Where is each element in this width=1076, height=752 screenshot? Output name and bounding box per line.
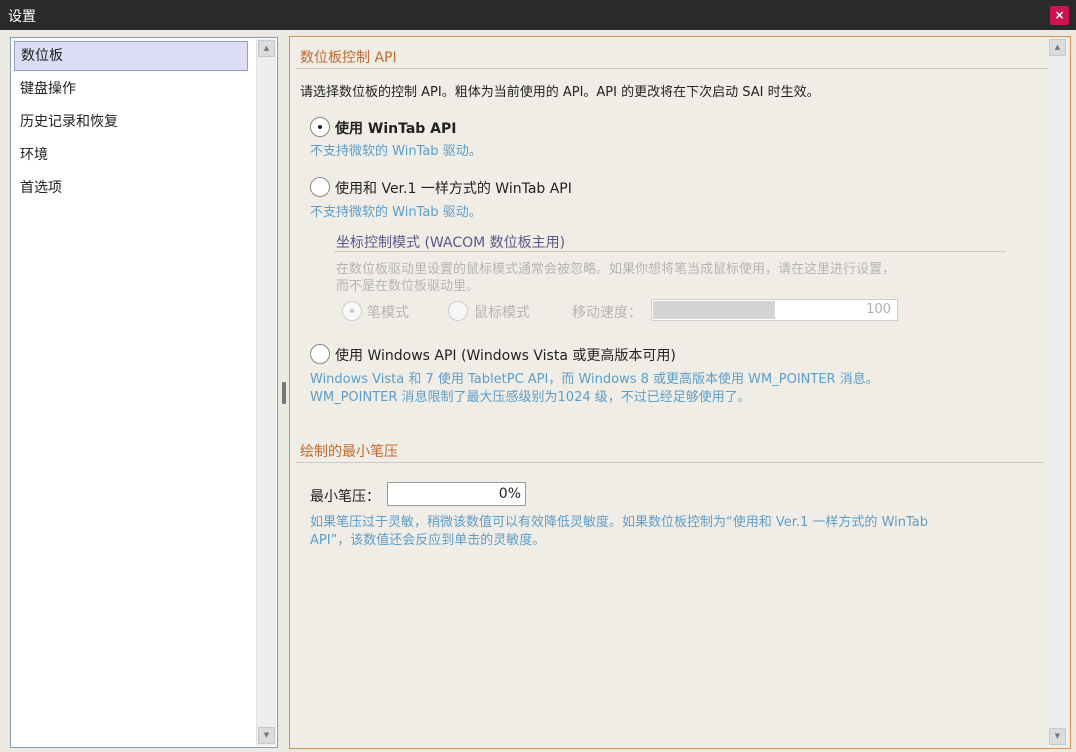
option-windows-api-note-line1: Windows Vista 和 7 使用 TabletPC API，而 Wind… xyxy=(310,372,879,387)
radio-dot xyxy=(350,309,354,313)
panel-splitter-handle[interactable] xyxy=(282,382,286,404)
settings-scrollbar[interactable]: ▲ ▼ xyxy=(1048,38,1068,747)
radio-wintab-v1-api[interactable] xyxy=(310,177,330,197)
min-pressure-note-line2: API”，该数值还会反应到单击的灵敏度。 xyxy=(310,533,546,548)
option-wintab-v1-label[interactable]: 使用和 Ver.1 一样方式的 WinTab API xyxy=(335,178,572,198)
sidebar-item-preferences[interactable]: 首选项 xyxy=(14,173,248,203)
close-button[interactable]: × xyxy=(1050,6,1069,25)
min-pressure-value: 0% xyxy=(498,486,521,502)
section-divider xyxy=(296,462,1044,463)
window-title: 设置 xyxy=(8,9,36,25)
radio-dot xyxy=(318,125,322,129)
radio-pen-mode[interactable] xyxy=(342,301,362,321)
section-divider xyxy=(296,68,1068,69)
option-wintab-label[interactable]: 使用 WinTab API xyxy=(335,118,456,138)
settings-category-list: 数位板 键盘操作 历史记录和恢复 环境 首选项 ▲ ▼ xyxy=(10,37,278,748)
arrow-down-icon: ▼ xyxy=(263,731,270,739)
tablet-api-description: 请选择数位板的控制 API。粗体为当前使用的 API。API 的更改将在下次启动… xyxy=(300,85,820,100)
pen-mode-label[interactable]: 笔模式 xyxy=(367,302,409,322)
settings-scroll-down-button[interactable]: ▼ xyxy=(1049,728,1066,745)
sidebar-item-label: 环境 xyxy=(20,147,48,163)
arrow-up-icon: ▲ xyxy=(263,44,270,52)
dialog-body: 数位板 键盘操作 历史记录和恢复 环境 首选项 ▲ ▼ 数位板控制 API 请选… xyxy=(0,30,1076,752)
arrow-up-icon: ▲ xyxy=(1054,43,1061,51)
move-speed-fill xyxy=(653,301,775,319)
mouse-mode-label[interactable]: 鼠标模式 xyxy=(474,302,530,322)
move-speed-slider[interactable]: 100 xyxy=(651,299,898,321)
option-wintab-v1-note: 不支持微软的 WinTab 驱动。 xyxy=(310,205,482,220)
title-bar: 设置 × xyxy=(0,0,1076,30)
option-wintab-note: 不支持微软的 WinTab 驱动。 xyxy=(310,144,482,159)
arrow-down-icon: ▼ xyxy=(1054,732,1061,740)
sidebar-scrollbar[interactable]: ▲ ▼ xyxy=(256,39,276,746)
sidebar-item-history[interactable]: 历史记录和恢复 xyxy=(14,107,248,137)
move-speed-label: 移动速度： xyxy=(572,305,642,321)
sidebar-item-label: 首选项 xyxy=(20,180,62,196)
option-windows-api-label[interactable]: 使用 Windows API (Windows Vista 或更高版本可用) xyxy=(335,345,676,365)
sidebar-item-tablet[interactable]: 数位板 xyxy=(14,41,248,71)
coord-mode-desc-line2: 而不是在数位板驱动里。 xyxy=(336,279,480,294)
radio-wintab-api[interactable] xyxy=(310,117,330,137)
option-windows-api-note-line2: WM_POINTER 消息限制了最大压感级别为1024 级，不过已经足够使用了。 xyxy=(310,390,751,405)
radio-mouse-mode[interactable] xyxy=(448,301,468,321)
sidebar-item-label: 键盘操作 xyxy=(20,81,76,97)
sidebar-item-label: 数位板 xyxy=(21,48,63,64)
min-pressure-label: 最小笔压： xyxy=(310,489,380,505)
sidebar-item-environment[interactable]: 环境 xyxy=(14,140,248,170)
move-speed-value: 100 xyxy=(866,302,891,317)
coord-mode-title: 坐标控制模式 (WACOM 数位板主用) xyxy=(336,235,566,251)
tablet-api-section-title: 数位板控制 API xyxy=(300,50,397,66)
sidebar-scroll-down-button[interactable]: ▼ xyxy=(258,727,275,744)
sidebar-item-keyboard[interactable]: 键盘操作 xyxy=(14,74,248,104)
min-pressure-note-line1: 如果笔压过于灵敏，稍微该数值可以有效降低灵敏度。如果数位板控制为“使用和 Ver… xyxy=(310,515,928,530)
min-pressure-section-title: 绘制的最小笔压 xyxy=(300,444,398,460)
tablet-settings-panel: 数位板控制 API 请选择数位板的控制 API。粗体为当前使用的 API。API… xyxy=(289,36,1071,749)
close-icon: × xyxy=(1054,8,1065,22)
coord-mode-divider xyxy=(334,251,1006,252)
settings-scroll-up-button[interactable]: ▲ xyxy=(1049,39,1066,56)
min-pressure-input[interactable]: 0% xyxy=(387,482,526,506)
radio-windows-api[interactable] xyxy=(310,344,330,364)
sidebar-scroll-up-button[interactable]: ▲ xyxy=(258,40,275,57)
sidebar-item-label: 历史记录和恢复 xyxy=(20,114,118,130)
